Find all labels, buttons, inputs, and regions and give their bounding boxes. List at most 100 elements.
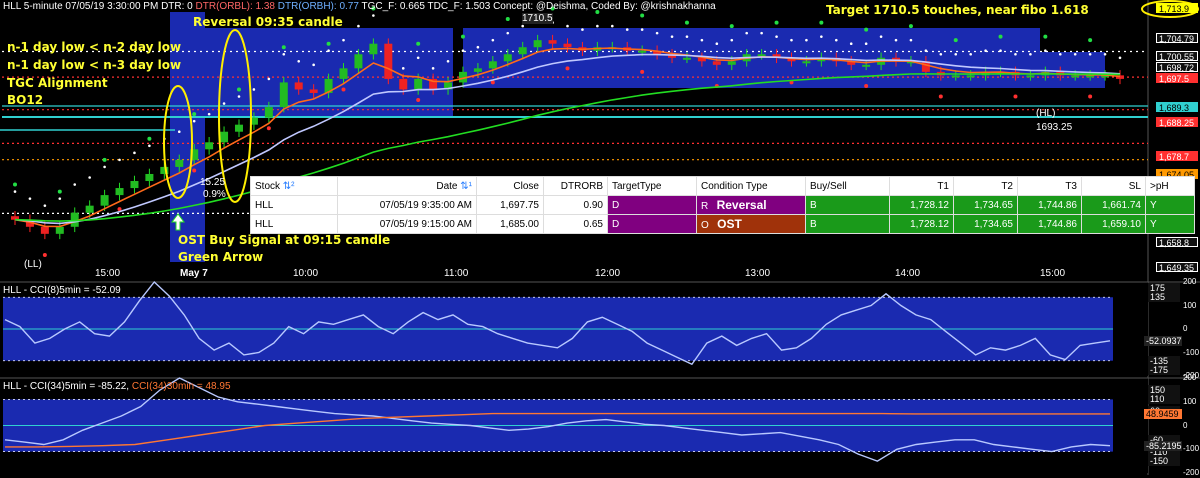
signal-dot xyxy=(640,69,645,74)
time-label: 15:00 xyxy=(95,268,121,279)
signal-dot xyxy=(148,144,151,148)
signal-dot xyxy=(894,38,898,42)
candle-body xyxy=(518,47,527,55)
signal-dot xyxy=(1058,52,1062,56)
signal-dot xyxy=(341,87,346,92)
candle-body xyxy=(488,61,497,69)
col-condition[interactable]: Condition Type xyxy=(696,176,806,196)
signal-dot xyxy=(297,59,301,63)
dtr: DTR: 0 xyxy=(161,1,193,12)
indicator-value-label: -85.2195 xyxy=(1144,440,1182,451)
candle-body xyxy=(264,107,273,118)
ost-signal-annotation: OST Buy Signal at 09:15 candle xyxy=(178,233,391,247)
col-date[interactable]: Date ⇅¹ xyxy=(337,176,477,196)
signal-dot xyxy=(460,34,465,39)
signal-dot xyxy=(58,197,62,200)
col-close[interactable]: Close xyxy=(476,176,544,196)
signal-dot xyxy=(192,168,197,173)
price-label: 1,688.25 xyxy=(1156,117,1198,128)
signal-dot xyxy=(849,42,853,45)
signal-dot xyxy=(1088,52,1092,56)
col-sl[interactable]: SL xyxy=(1081,176,1146,196)
symbol-info: HLL 5-minute 07/05/19 3:30:00 PM xyxy=(3,1,159,12)
time-label: 15:00 xyxy=(1040,268,1066,279)
signal-dot xyxy=(326,41,331,46)
signal-dot xyxy=(431,67,435,70)
indicator-scale-label: -200 xyxy=(1183,468,1200,477)
signal-dot xyxy=(670,35,674,38)
price-label: 1,649.35 xyxy=(1156,262,1198,273)
signal-dot xyxy=(864,83,869,88)
indicator-tick-label: -150 xyxy=(1148,456,1180,467)
candle-body xyxy=(533,40,542,48)
signal-dot xyxy=(192,112,197,117)
hl-value: 1693.25 xyxy=(1036,122,1073,133)
candle-body xyxy=(757,54,766,57)
signal-dot xyxy=(237,95,241,98)
cell-t3: 1,744.86 xyxy=(1017,195,1082,215)
candle-body xyxy=(354,54,363,69)
signal-dot xyxy=(1088,94,1093,99)
candle-body xyxy=(548,40,557,44)
signal-dot xyxy=(401,67,405,70)
table-header-row: Stock ⇅² Date ⇅¹ Close DTRORB TargetType… xyxy=(250,176,1195,196)
pct-label: 15.25 xyxy=(200,177,226,188)
col-buysell[interactable]: Buy/Sell xyxy=(805,176,890,196)
candle-body xyxy=(100,195,109,206)
signal-dot xyxy=(790,38,793,42)
indicator-tick-label: -175 xyxy=(1148,365,1180,376)
time-label: May 7 xyxy=(180,268,208,279)
col-ph[interactable]: >pH xyxy=(1145,176,1195,196)
signal-dot xyxy=(685,35,689,38)
cell-condition: R Reversal xyxy=(696,195,806,215)
signal-dot xyxy=(640,13,645,18)
signal-dot xyxy=(342,38,345,42)
signal-dot xyxy=(1073,52,1077,56)
table-row[interactable]: HLL 07/05/19 9:35:00 AM 1,697.75 0.90 D … xyxy=(250,195,1195,215)
signal-dot xyxy=(236,87,241,92)
signal-dot xyxy=(192,119,196,123)
indicator-scale-label: -100 xyxy=(1183,444,1200,454)
col-t3[interactable]: T3 xyxy=(1017,176,1082,196)
signal-dot xyxy=(42,252,47,257)
dtr-orbl: DTR(ORBL): 1.38 xyxy=(195,1,275,12)
candle-body xyxy=(234,124,243,132)
cell-t1: 1,728.12 xyxy=(889,214,954,234)
cell-date: 07/05/19 9:15:00 AM xyxy=(337,214,477,234)
table-row[interactable]: HLL 07/05/19 9:15:00 AM 1,685.00 0.65 D … xyxy=(250,214,1195,234)
cci34-title: HLL - CCI(34)5min = -85.22, CCI(34)30min… xyxy=(3,381,231,392)
candle-body xyxy=(966,75,975,78)
col-targettype[interactable]: TargetType xyxy=(607,176,697,196)
col-t2[interactable]: T2 xyxy=(953,176,1018,196)
cell-buysell: B xyxy=(805,195,890,215)
candle-body xyxy=(339,68,348,79)
indicator-scale-label: 0 xyxy=(1183,420,1188,430)
signal-dot xyxy=(805,38,808,42)
indicator-scale-label: 100 xyxy=(1183,300,1197,310)
signal-dot xyxy=(640,28,644,31)
green-arrow-annotation: Green Arrow xyxy=(178,250,264,264)
col-t1[interactable]: T1 xyxy=(889,176,954,196)
signal-dot xyxy=(177,130,181,134)
signal-dot xyxy=(730,38,734,42)
condition-3: TGC Alignment xyxy=(7,76,108,90)
candle-body xyxy=(563,43,572,48)
indicator-tick-label: 150 xyxy=(1148,384,1180,395)
signal-dot xyxy=(222,102,226,105)
cell-close: 1,685.00 xyxy=(476,214,544,234)
signal-dot xyxy=(73,183,77,186)
signal-dot xyxy=(565,66,570,71)
cci34-30min-title: CCI(34)30min = 48.95 xyxy=(131,381,231,392)
cell-condition: O OST xyxy=(696,214,806,234)
signal-dot xyxy=(252,88,256,91)
candle-body xyxy=(175,159,184,167)
col-stock[interactable]: Stock ⇅² xyxy=(250,176,338,196)
signal-dot xyxy=(729,24,734,29)
sort-icon[interactable]: ⇅² xyxy=(283,181,295,192)
sort-icon[interactable]: ⇅¹ xyxy=(460,181,472,192)
signal-dot xyxy=(684,20,689,25)
price-label: 1,713.9 xyxy=(1156,3,1198,14)
col-dtrorb[interactable]: DTRORB xyxy=(543,176,608,196)
signal-dot xyxy=(819,20,824,25)
signal-dot xyxy=(908,24,913,29)
